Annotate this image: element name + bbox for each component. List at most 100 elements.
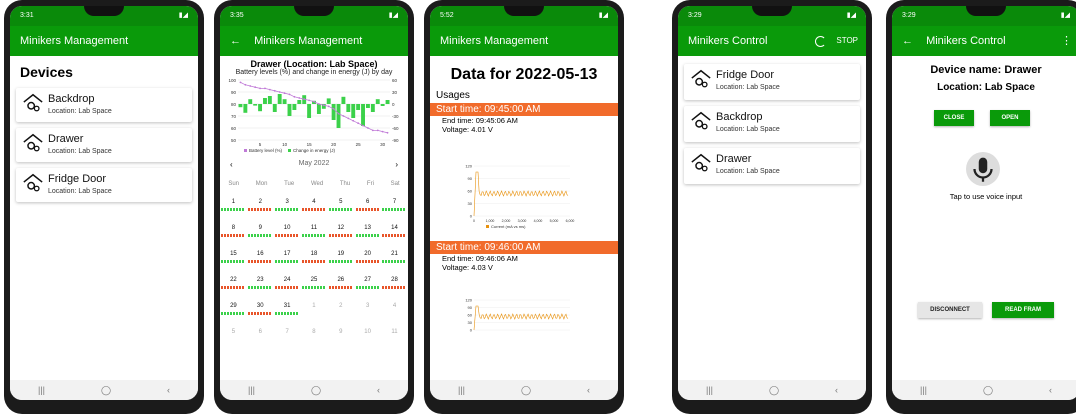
calendar-day[interactable]: 12 <box>328 225 353 251</box>
calendar-day[interactable]: 15 <box>221 251 246 277</box>
battery-point <box>308 99 310 102</box>
energy-bar <box>316 104 321 114</box>
calendar-day[interactable]: 11 <box>301 225 326 251</box>
home-button[interactable]: ◯ <box>311 385 321 396</box>
back-button[interactable]: ‹ <box>377 385 380 395</box>
back-button[interactable]: ‹ <box>1049 385 1052 395</box>
calendar-day[interactable]: 24 <box>275 277 300 303</box>
device-name-heading: Device name: Drawer <box>930 64 1042 76</box>
y-tick: 60 <box>468 313 473 318</box>
calendar-day[interactable]: 10 <box>356 329 380 355</box>
calendar-day[interactable]: 22 <box>221 277 246 303</box>
calendar-day[interactable]: 1 <box>302 303 326 329</box>
calendar-day[interactable]: 6 <box>355 199 380 225</box>
calendar-day[interactable]: 2 <box>248 199 273 225</box>
recent-apps-button[interactable]: ||| <box>706 385 713 395</box>
status-icons: ▮◢ <box>178 12 188 19</box>
voice-input-hint: Tap to use voice input <box>949 192 1023 201</box>
arrow-back-icon[interactable]: ← <box>230 35 241 47</box>
calendar-day[interactable]: 5 <box>221 329 245 355</box>
calendar-day[interactable]: 29 <box>221 303 246 329</box>
calendar-day[interactable]: 5 <box>328 199 353 225</box>
device-name: Fridge Door <box>48 173 107 185</box>
device-card-drawer[interactable]: Drawer Location: Lab Space <box>684 148 860 184</box>
calendar-day[interactable]: 18 <box>301 251 326 277</box>
calendar-day[interactable]: 28 <box>382 277 407 303</box>
home-button[interactable]: ◯ <box>769 385 779 396</box>
calendar-day[interactable]: 2 <box>329 303 353 329</box>
calendar-day[interactable]: 30 <box>248 303 273 329</box>
battery-point <box>318 103 320 105</box>
recent-apps-button[interactable]: ||| <box>920 385 927 395</box>
back-button[interactable]: ‹ <box>835 385 838 395</box>
gear-house-icon <box>691 153 711 172</box>
more-vert-icon[interactable]: ⋮ <box>1061 26 1072 56</box>
energy-bar <box>248 99 253 104</box>
calendar-day[interactable]: 6 <box>248 329 272 355</box>
camera-notch <box>84 6 124 16</box>
arrow-back-icon[interactable]: ← <box>902 35 913 47</box>
stop-button[interactable]: STOP <box>836 26 858 56</box>
device-card-fridge-door[interactable]: Fridge Door Location: Lab Space <box>16 168 192 202</box>
battery-point <box>268 88 271 91</box>
calendar-day[interactable]: 26 <box>328 277 353 303</box>
recent-apps-button[interactable]: ||| <box>38 385 45 395</box>
calendar-day[interactable]: 10 <box>275 225 300 251</box>
calendar-day[interactable]: 21 <box>382 251 407 277</box>
calendar-day[interactable]: 3 <box>275 199 300 225</box>
recent-apps-button[interactable]: ||| <box>458 385 465 395</box>
home-button[interactable]: ◯ <box>101 385 111 396</box>
calendar-day[interactable]: 8 <box>221 225 246 251</box>
device-card-fridge-door[interactable]: Fridge Door Location: Lab Space <box>684 64 860 100</box>
usage-dots <box>301 234 326 237</box>
calendar-day[interactable]: 27 <box>355 277 380 303</box>
y-tick-right: 0 <box>392 102 395 107</box>
read-fram-button[interactable]: READ FRAM <box>992 302 1054 318</box>
prev-month-button[interactable]: ‹ <box>230 160 233 169</box>
calendar-day[interactable]: 9 <box>329 329 353 355</box>
open-button[interactable]: OPEN <box>990 110 1030 126</box>
system-nav-bar: ||| ◯ ‹ <box>220 380 408 400</box>
calendar-day[interactable]: 7 <box>382 199 407 225</box>
home-button[interactable]: ◯ <box>983 385 993 396</box>
mic-button[interactable] <box>966 152 1000 186</box>
calendar-day[interactable]: 3 <box>356 303 380 329</box>
y-tick-left: 80 <box>231 102 237 107</box>
calendar-day[interactable]: 31 <box>275 303 300 329</box>
calendar-day[interactable]: 19 <box>328 251 353 277</box>
battery-point <box>352 119 355 122</box>
calendar-day[interactable]: 25 <box>301 277 326 303</box>
device-card-backdrop[interactable]: Backdrop Location: Lab Space <box>684 106 860 142</box>
calendar-day[interactable]: 4 <box>301 199 326 225</box>
calendar-day[interactable]: 14 <box>382 225 407 251</box>
calendar-day[interactable]: 7 <box>275 329 299 355</box>
calendar-day[interactable]: 4 <box>382 303 406 329</box>
next-month-button[interactable]: › <box>395 160 398 169</box>
phone-device-control: 3:29 ▮◢ ← Minikers Control ⋮ Device name… <box>886 0 1076 414</box>
legend-energy: Change in energy (J) <box>293 148 336 153</box>
calendar-day[interactable]: 20 <box>355 251 380 277</box>
usage-dots <box>328 286 353 289</box>
usage-dots <box>382 260 407 263</box>
legend-battery: Battery level (%) <box>249 148 283 153</box>
calendar-day[interactable]: 11 <box>382 329 406 355</box>
disconnect-button[interactable]: DISCONNECT <box>918 302 982 318</box>
back-button[interactable]: ‹ <box>587 385 590 395</box>
device-card-drawer[interactable]: Drawer Location: Lab Space <box>16 128 192 162</box>
calendar-day[interactable]: 9 <box>248 225 273 251</box>
calendar-day[interactable]: 17 <box>275 251 300 277</box>
usage-end-time: End time: 09:46:06 AM <box>442 254 518 263</box>
calendar-day[interactable]: 13 <box>355 225 380 251</box>
calendar-header: ‹ May 2022 › <box>220 160 408 169</box>
home-button[interactable]: ◯ <box>521 385 531 396</box>
back-button[interactable]: ‹ <box>167 385 170 395</box>
energy-bar <box>356 104 361 110</box>
device-card-backdrop[interactable]: Backdrop Location: Lab Space <box>16 88 192 122</box>
calendar-day[interactable]: 1 <box>221 199 246 225</box>
energy-bar <box>263 98 267 104</box>
recent-apps-button[interactable]: ||| <box>248 385 255 395</box>
close-button[interactable]: CLOSE <box>934 110 974 126</box>
calendar-day[interactable]: 16 <box>248 251 273 277</box>
calendar-day[interactable]: 8 <box>302 329 326 355</box>
calendar-day[interactable]: 23 <box>248 277 273 303</box>
